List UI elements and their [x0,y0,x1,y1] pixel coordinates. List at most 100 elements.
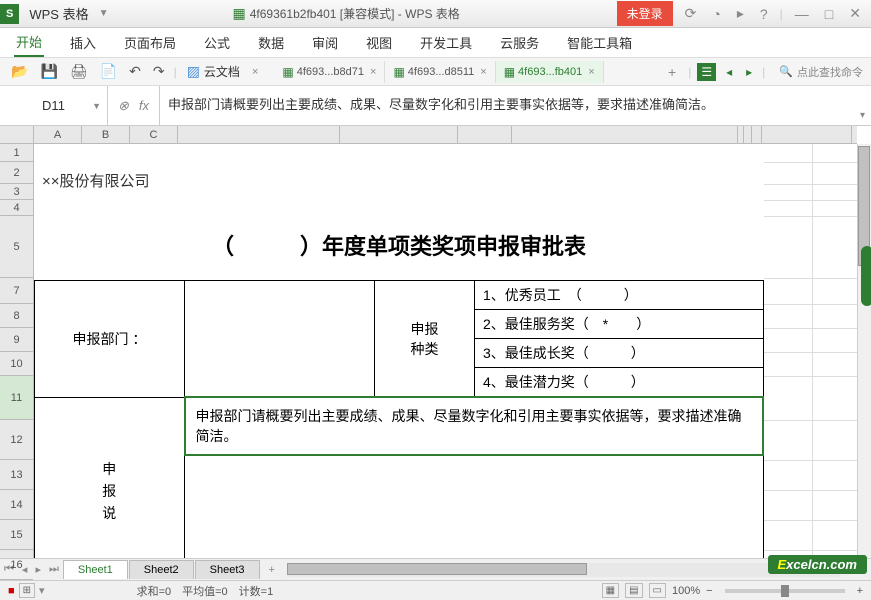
input-mode-icon[interactable]: ⊞ [19,583,35,598]
menu-item-0[interactable]: 开始 [14,28,44,57]
zoom-level[interactable]: 100% [672,585,700,597]
dept-label-cell[interactable]: 申报部门 ： [35,281,185,398]
search-command[interactable]: 🔍 点此查找命令 [779,64,863,80]
sheet-tab-sheet2[interactable]: Sheet2 [129,560,194,579]
sheet-last-icon[interactable]: ⏭ [45,563,63,576]
description-label-cell[interactable]: 申 报 说 [35,397,185,558]
sync-icon[interactable]: ⟳ [681,3,701,24]
desc-row-12[interactable] [185,455,764,495]
record-icon[interactable]: ■ [8,585,15,597]
formula-input[interactable]: 申报部门请概要列出主要成绩、成果、尽量数字化和引用主要事实依据等，要求描述准确简… [160,86,871,125]
tab-close-icon[interactable]: × [480,66,486,78]
menu-item-8[interactable]: 云服务 [498,29,541,56]
add-sheet-button[interactable]: + [261,564,283,576]
help-icon[interactable]: ? [756,4,772,24]
file-tab-2[interactable]: ▦4f693...fb401× [496,61,604,83]
col-header-4[interactable] [340,126,458,143]
type-item-4[interactable]: 4、最佳潜力奖（ ） [475,368,764,398]
minimize-icon[interactable]: — [791,4,813,24]
row-header-11[interactable]: 11 [0,376,33,420]
tab-close-icon[interactable]: × [370,66,376,78]
row-header-12[interactable]: 12 [0,420,33,460]
menu-item-2[interactable]: 页面布局 [122,29,178,56]
redo-icon[interactable]: ↷ [150,61,168,82]
col-header-A[interactable]: A [34,126,82,143]
sheet-next-icon[interactable]: ▸ [31,563,45,576]
view-break-icon[interactable]: ▭ [649,583,666,598]
selected-cell-d11[interactable]: 申报部门请概要列出主要成绩、成果、尽量数字化和引用主要事实依据等，要求描述准确简… [185,397,764,455]
sheet-tab-sheet1[interactable]: Sheet1 [63,560,128,579]
dept-value-cell[interactable] [185,281,375,398]
print-preview-icon[interactable]: 🖨 [67,61,91,82]
row-header-7[interactable]: 7 [0,278,33,304]
type-label-cell[interactable]: 申报 种类 [375,281,475,398]
formula-expand-icon[interactable]: ▾ [860,109,865,123]
cloud-close-icon[interactable]: × [252,66,258,78]
horizontal-scrollbar[interactable] [287,563,840,577]
zoom-out-icon[interactable]: − [706,585,712,597]
company-name[interactable]: ××股份有限公司 [34,162,764,184]
menu-item-1[interactable]: 插入 [68,29,98,56]
col-header-5[interactable] [458,126,512,143]
vertical-scrollbar[interactable] [857,144,871,558]
row-header-2[interactable]: 2 [0,162,33,184]
file-tab-1[interactable]: ▦4f693...d8511× [385,61,495,83]
side-handle[interactable] [861,246,871,306]
row-header-13[interactable]: 13 [0,460,33,490]
zoom-slider[interactable] [725,589,845,593]
col-header-9[interactable] [752,126,762,143]
row-header-3[interactable]: 3 [0,184,33,200]
zoom-in-icon[interactable]: + [857,585,863,597]
menu-item-3[interactable]: 公式 [202,29,232,56]
extra-grid-area[interactable] [767,144,857,558]
print-icon[interactable]: 📄 [97,61,120,82]
menu-item-6[interactable]: 视图 [364,29,394,56]
row-header-4[interactable]: 4 [0,200,33,216]
hscroll-thumb[interactable] [287,563,587,575]
col-header-C[interactable]: C [130,126,178,143]
menu-item-7[interactable]: 开发工具 [418,29,474,56]
add-tab-button[interactable]: + [662,64,682,80]
cloud-doc-button[interactable]: ▨ 云文档 [187,63,240,80]
col-header-6[interactable] [512,126,738,143]
cancel-icon[interactable]: ⊗ [118,98,129,114]
close-icon[interactable]: ✕ [845,3,865,24]
status-dropdown-icon[interactable]: ▾ [39,584,45,597]
desc-row-13[interactable] [185,495,764,525]
view-page-icon[interactable]: ▤ [625,583,642,598]
name-box-dropdown-icon[interactable]: ▼ [92,101,101,111]
row-header-5[interactable]: 5 [0,216,33,278]
view-normal-icon[interactable]: ▦ [602,583,619,598]
sheet-tab-sheet3[interactable]: Sheet3 [195,560,260,579]
maximize-icon[interactable]: □ [821,4,837,24]
row-header-14[interactable]: 14 [0,490,33,520]
save-icon[interactable]: 💾 [37,61,60,82]
row-header-8[interactable]: 8 [0,304,33,328]
tab-prev-icon[interactable]: ◂ [722,65,736,79]
menu-item-4[interactable]: 数据 [256,29,286,56]
tab-next-icon[interactable]: ▸ [742,65,756,79]
row-header-15[interactable]: 15 [0,520,33,550]
grid-content[interactable]: ××股份有限公司 （ ）年度单项类奖项申报审批表 申报部门 ： 申报 种类 1、… [34,144,857,558]
col-header-B[interactable]: B [82,126,130,143]
type-item-3[interactable]: 3、最佳成长奖（ ） [475,339,764,368]
row-header-10[interactable]: 10 [0,352,33,376]
desc-row-15[interactable] [185,555,764,558]
type-item-2[interactable]: 2、最佳服务奖（ * ） [475,310,764,339]
open-icon[interactable]: 📂 [8,61,31,82]
col-header-3[interactable] [178,126,340,143]
desc-row-14[interactable] [185,525,764,555]
type-item-1[interactable]: 1、优秀员工 （ ） [475,281,764,310]
col-header-8[interactable] [744,126,752,143]
tab-list-button[interactable]: ☰ [697,63,716,81]
skin-icon[interactable]: ◔ [708,4,724,24]
login-button[interactable]: 未登录 [617,1,673,26]
news-icon[interactable]: ▸ [733,3,748,24]
select-all-corner[interactable] [0,126,34,144]
fx-label[interactable]: fx [139,98,149,113]
col-header-10[interactable] [762,126,852,143]
app-menu-dropdown[interactable]: ▼ [95,8,113,19]
row-header-1[interactable]: 1 [0,144,33,162]
row-header-9[interactable]: 9 [0,328,33,352]
form-title[interactable]: （ ）年度单项类奖项申报审批表 [34,200,764,280]
